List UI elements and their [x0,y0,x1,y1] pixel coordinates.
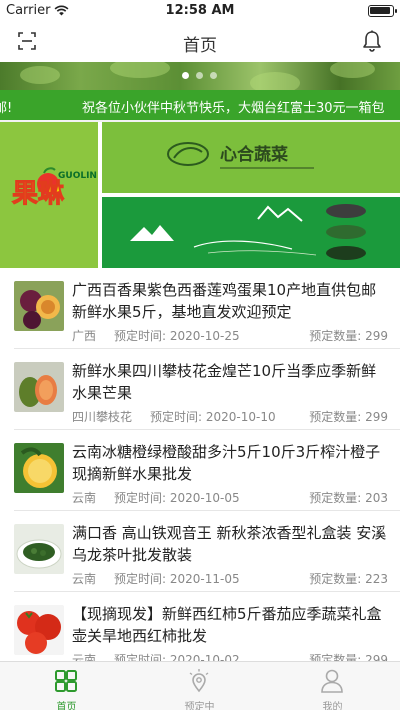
svg-text:果琳: 果琳 [12,179,65,209]
guolin-brand-card[interactable]: GUOLIN 果琳 [0,122,98,268]
status-time: 12:58 AM [165,3,235,18]
tab-profile[interactable]: 我的 [266,662,399,710]
notice-text: 祝各位小伙伴中秋节快乐，大烟台红富士30元一箱包 [82,101,385,116]
item-date: 预定时间: 2020-10-02 [114,653,240,661]
banner-carousel[interactable] [0,62,400,90]
notice-fragment: 邮! [0,101,13,116]
banner-foliage [110,62,170,78]
tomato-thumbnail [14,605,64,655]
location-sun-icon [189,669,209,693]
mango-thumbnail [14,362,64,412]
list-item[interactable]: 满口香 高山铁观音王 新秋茶浓香型礼盒装 安溪乌龙茶叶批发散装 云南 预定时间:… [0,511,400,592]
carousel-dot[interactable] [196,72,203,79]
person-icon [321,669,343,693]
xinhe-logo: 心合蔬菜 [167,142,314,169]
passion-fruit-thumbnail [14,281,64,331]
banner-foliage [250,72,300,90]
item-origin: 四川攀枝花 [72,410,133,424]
mountain-scene-image [130,204,366,260]
notice-marquee[interactable]: 邮! 祝各位小伙伴中秋节快乐，大烟台红富士30元一箱包 [0,90,400,120]
page-title: 首页 [183,36,217,56]
orange-thumbnail [14,443,64,493]
item-origin: 云南 [72,491,97,505]
carousel-dot[interactable] [182,72,189,79]
guolin-logo: GUOLIN 果琳 [12,167,97,210]
banner-foliage [20,66,60,84]
tab-bar: 首页 预定中 我的 [0,661,400,710]
item-qty: 预定数量: 223 [309,572,388,586]
tea-thumbnail [14,524,64,574]
item-qty: 预定数量: 299 [309,329,388,343]
item-date: 预定时间: 2020-10-05 [114,491,240,505]
xinhe-brand-card[interactable]: 心合蔬菜 [102,122,400,193]
status-bar: Carrier 12:58 AM [0,0,400,22]
item-origin: 云南 [72,653,97,661]
item-title: 新鲜水果四川攀枝花金煌芒10斤当季应季新鲜水果芒果 [72,362,377,402]
item-title: 云南冰糖橙绿橙酸甜多汁5斤10斤3斤榨汁橙子现摘新鲜水果批发 [72,443,381,483]
item-origin: 广西 [72,329,97,343]
item-title: 广西百香果紫色西番莲鸡蛋果10产地直供包邮新鲜水果5斤，基地直发欢迎预定 [72,281,377,321]
tab-reserving[interactable]: 预定中 [133,662,266,710]
list-item[interactable]: 广西百香果紫色西番莲鸡蛋果10产地直供包邮新鲜水果5斤，基地直发欢迎预定 广西 … [0,268,400,349]
brand-promo-row: GUOLIN 果琳 心合蔬菜 [0,122,400,268]
carousel-dot[interactable] [210,72,217,79]
nav-bar: 首页 [0,22,400,62]
mountain-scene-card[interactable] [102,197,400,268]
svg-text:心合蔬菜: 心合蔬菜 [220,144,289,165]
tab-label: 我的 [322,702,343,710]
product-list: 广西百香果紫色西番莲鸡蛋果10产地直供包邮新鲜水果5斤，基地直发欢迎预定 广西 … [0,268,400,661]
tab-label: 预定中 [184,702,215,710]
item-date: 预定时间: 2020-10-25 [114,329,240,343]
grid-icon [55,670,77,692]
list-item[interactable]: 新鲜水果四川攀枝花金煌芒10斤当季应季新鲜水果芒果 四川攀枝花 预定时间: 20… [0,349,400,430]
item-date: 预定时间: 2020-11-05 [114,572,240,586]
item-qty: 预定数量: 299 [309,410,388,424]
item-date: 预定时间: 2020-10-10 [150,410,276,424]
tab-home[interactable]: 首页 [0,662,133,710]
tab-label: 首页 [56,702,77,710]
item-title: 满口香 高山铁观音王 新秋茶浓香型礼盒装 安溪乌龙茶叶批发散装 [72,524,387,564]
bell-icon[interactable] [362,30,382,52]
item-title: 【现摘现发】新鲜西红柿5斤番茄应季蔬菜礼盒 壶关旱地西红柿批发 [72,605,382,645]
item-origin: 云南 [72,572,97,586]
carousel-dots [182,72,217,79]
banner-foliage [330,62,375,78]
list-item[interactable]: 云南冰糖橙绿橙酸甜多汁5斤10斤3斤榨汁橙子现摘新鲜水果批发 云南 预定时间: … [0,430,400,511]
item-qty: 预定数量: 203 [309,491,388,505]
list-item[interactable]: 【现摘现发】新鲜西红柿5斤番茄应季蔬菜礼盒 壶关旱地西红柿批发 云南 预定时间:… [0,592,400,661]
item-qty: 预定数量: 299 [309,653,388,661]
battery-icon [368,5,397,17]
